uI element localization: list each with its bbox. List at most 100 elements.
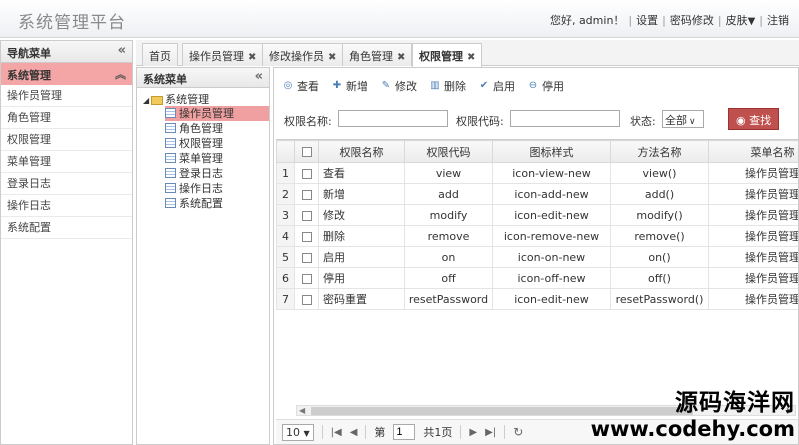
search-button[interactable]: ◉ 查找 — [728, 108, 780, 130]
view-label: 查看 — [297, 80, 319, 93]
row-checkbox[interactable] — [301, 273, 312, 284]
tab-bar: 首页 操作员管理 ✖ 修改操作员 ✖ 角色管理 ✖ 权限管理 ✖ — [136, 40, 799, 67]
tab-edit-operator[interactable]: 修改操作员 ✖ — [262, 43, 344, 66]
tree-node-role[interactable]: 角色管理 — [165, 121, 223, 136]
column-header-name[interactable]: 权限名称 — [318, 140, 405, 163]
close-icon[interactable]: ✖ — [397, 52, 405, 63]
tree-node-label: 菜单管理 — [179, 152, 223, 165]
permission-code-input[interactable] — [510, 110, 620, 127]
table-row[interactable]: 6 停用 off icon-off-new off() 操作员管理 — [276, 267, 798, 289]
row-checkbox[interactable] — [301, 189, 312, 200]
prev-page-icon[interactable]: ◀ — [350, 427, 358, 438]
scroll-left-icon[interactable]: ◀ — [299, 406, 305, 415]
edit-button[interactable]: ✎ 修改 — [380, 78, 417, 94]
cell-name: 修改 — [318, 204, 405, 226]
row-checkbox[interactable] — [301, 168, 312, 179]
table-row[interactable]: 3 修改 modify icon-edit-new modify() 操作员管理 — [276, 204, 798, 226]
nav-item-login-log[interactable]: 登录日志 — [1, 173, 132, 195]
close-icon[interactable]: ✖ — [248, 52, 256, 63]
row-number: 6 — [276, 267, 295, 289]
column-header-icon-style[interactable]: 图标样式 — [492, 140, 611, 163]
row-checkbox[interactable] — [301, 252, 312, 263]
cell-code: view — [404, 162, 493, 184]
refresh-icon[interactable]: ↻ — [513, 425, 523, 439]
logout-link[interactable]: 注销 — [767, 12, 789, 28]
cell-method: remove() — [610, 225, 709, 247]
collapse-left-icon[interactable]: « — [118, 43, 126, 58]
cell-icon-style: icon-on-new — [492, 246, 611, 268]
tab-permission-management[interactable]: 权限管理 ✖ — [412, 43, 483, 67]
row-checkbox-cell[interactable] — [294, 204, 319, 226]
tree-root[interactable]: ◢ 系统管理 — [143, 91, 209, 107]
tree-node-system-config[interactable]: 系统配置 — [165, 196, 223, 211]
row-checkbox-cell[interactable] — [294, 162, 319, 184]
table-row[interactable]: 7 密码重置 resetPassword icon-edit-new reset… — [276, 288, 798, 310]
chevron-up-icon[interactable]: ︽ — [115, 66, 126, 82]
select-all-checkbox[interactable] — [301, 147, 312, 157]
permission-name-input[interactable] — [338, 110, 448, 127]
tree-root-label: 系统管理 — [165, 93, 210, 106]
nav-item-operation-log[interactable]: 操作日志 — [1, 195, 132, 217]
row-checkbox-cell[interactable] — [294, 288, 319, 310]
table-icon — [165, 123, 176, 133]
nav-item-system-config[interactable]: 系统配置 — [1, 217, 132, 239]
next-page-icon[interactable]: ▶ — [469, 427, 477, 438]
first-page-icon[interactable]: |◀ — [331, 427, 342, 438]
row-checkbox[interactable] — [301, 231, 312, 242]
disable-button[interactable]: ⊖ 停用 — [527, 78, 564, 94]
row-checkbox[interactable] — [301, 210, 312, 221]
row-checkbox-cell[interactable] — [294, 246, 319, 268]
group-title: 系统管理 — [7, 69, 51, 82]
password-change-link[interactable]: 密码修改 — [670, 12, 714, 28]
tree-node-permission[interactable]: 权限管理 — [165, 136, 223, 151]
collapse-left-icon[interactable]: « — [255, 69, 263, 84]
tree-node-menu[interactable]: 菜单管理 — [165, 151, 223, 166]
view-button[interactable]: ◎ 查看 — [282, 78, 319, 94]
row-number: 5 — [276, 246, 295, 268]
select-all-header[interactable] — [294, 140, 319, 163]
tab-role-management[interactable]: 角色管理 ✖ — [342, 43, 413, 66]
nav-item-role[interactable]: 角色管理 — [1, 107, 132, 129]
divider — [504, 425, 506, 439]
add-button[interactable]: ✚ 新增 — [331, 78, 368, 94]
table-row[interactable]: 5 启用 on icon-on-new on() 操作员管理 — [276, 246, 798, 268]
enable-button[interactable]: ✔ 启用 — [478, 78, 515, 94]
settings-link[interactable]: 设置 — [636, 12, 658, 28]
row-checkbox-cell[interactable] — [294, 183, 319, 205]
nav-item-menu[interactable]: 菜单管理 — [1, 151, 132, 173]
cell-icon-style: icon-add-new — [492, 183, 611, 205]
nav-item-permission[interactable]: 权限管理 — [1, 129, 132, 151]
column-header-method[interactable]: 方法名称 — [610, 140, 709, 163]
system-management-group[interactable]: 系统管理 ︽ — [1, 63, 132, 85]
row-checkbox[interactable] — [301, 294, 312, 305]
page-number-input[interactable] — [393, 424, 416, 440]
caret-down-icon[interactable]: ◢ — [143, 96, 149, 105]
tab-home[interactable]: 首页 — [142, 43, 178, 66]
table-row[interactable]: 4 删除 remove icon-remove-new remove() 操作员… — [276, 225, 798, 247]
tree-node-operator[interactable]: 操作员管理 — [165, 106, 269, 121]
status-select[interactable]: 全部 ∨ — [662, 110, 704, 128]
row-checkbox-cell[interactable] — [294, 267, 319, 289]
column-header-code[interactable]: 权限代码 — [404, 140, 493, 163]
cell-name: 新增 — [318, 183, 405, 205]
tab-label: 角色管理 — [349, 50, 393, 63]
nav-item-operator[interactable]: 操作员管理 — [1, 85, 132, 107]
top-header: 系统管理平台 您好, admin！ | 设置 | 密码修改 | 皮肤▼ | 注销 — [0, 0, 799, 38]
page-size-select[interactable]: 10 ▼ — [282, 423, 314, 441]
column-header-menu[interactable]: 菜单名称 — [708, 140, 798, 163]
row-checkbox-cell[interactable] — [294, 225, 319, 247]
cell-menu: 操作员管理 — [708, 183, 798, 205]
table-row[interactable]: 2 新增 add icon-add-new add() 操作员管理 — [276, 183, 798, 205]
last-page-icon[interactable]: ▶| — [485, 427, 496, 438]
cell-code: off — [404, 267, 493, 289]
tree-node-login-log[interactable]: 登录日志 — [165, 166, 223, 181]
cell-name: 启用 — [318, 246, 405, 268]
skin-link[interactable]: 皮肤▼ — [726, 12, 756, 28]
tree-node-operation-log[interactable]: 操作日志 — [165, 181, 223, 196]
close-icon[interactable]: ✖ — [328, 52, 336, 63]
table-row[interactable]: 1 查看 view icon-view-new view() 操作员管理 — [276, 162, 798, 184]
cell-name: 查看 — [318, 162, 405, 184]
delete-button[interactable]: ▥ 删除 — [429, 78, 466, 94]
close-icon[interactable]: ✖ — [467, 52, 475, 63]
tab-operator-management[interactable]: 操作员管理 ✖ — [182, 43, 264, 66]
